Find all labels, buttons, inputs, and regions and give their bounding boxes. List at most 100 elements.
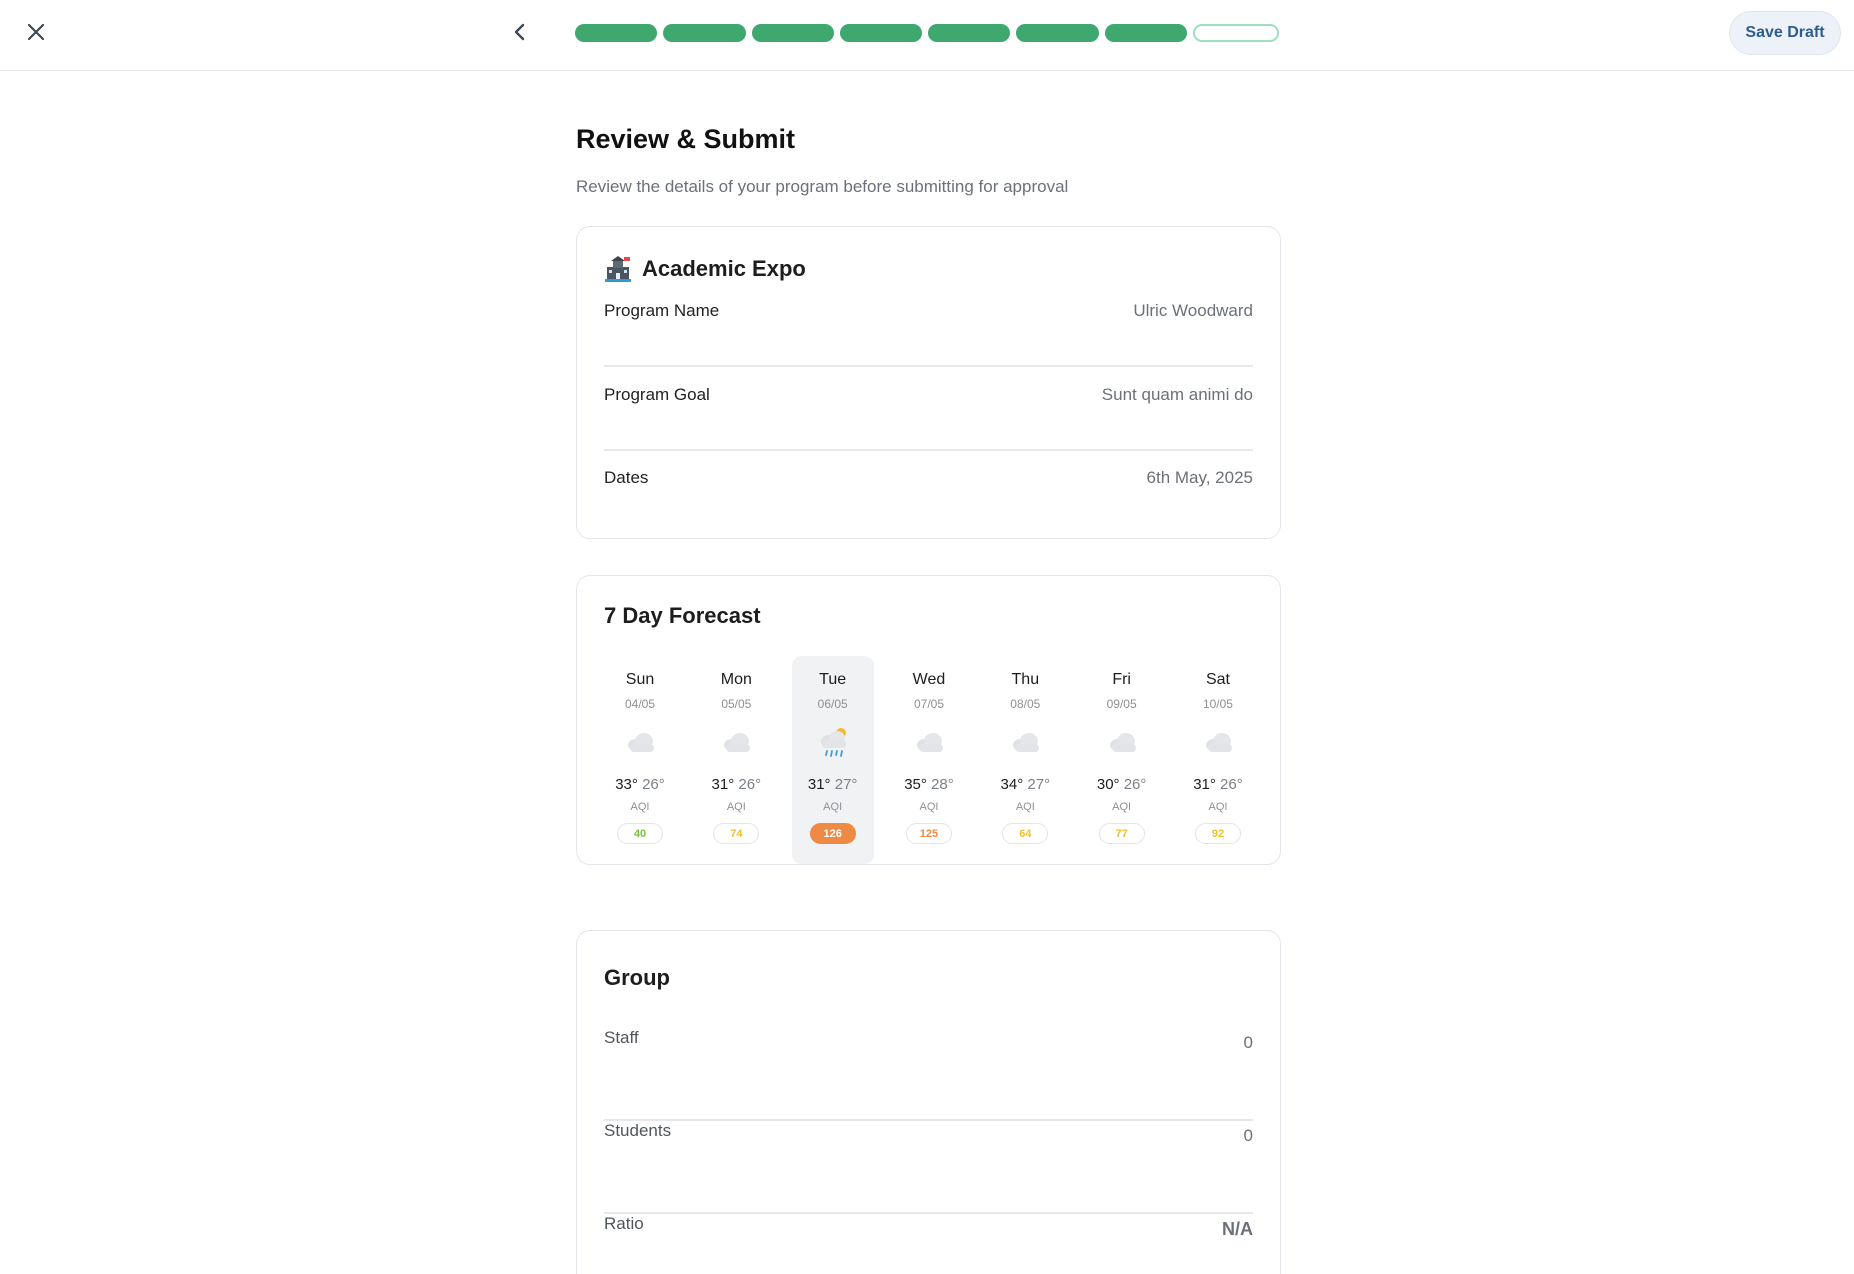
day-date: 07/05 <box>913 697 944 711</box>
temp-low: 26° <box>738 776 762 793</box>
forecast-day-mon[interactable]: Mon 05/05 31° 26° AQI 74 <box>695 656 777 864</box>
aqi-badge: 126 <box>809 823 856 844</box>
school-building-icon <box>605 256 631 282</box>
dates-value: 6th May, 2025 <box>1146 468 1253 487</box>
temp-high: 31° <box>711 776 735 793</box>
day-temperatures: 31° 26° <box>695 776 777 793</box>
day-name: Mon <box>720 671 752 688</box>
chevron-left-icon <box>514 23 525 41</box>
save-draft-button[interactable]: Save Draft <box>1729 11 1841 55</box>
day-temperatures: 31° 27° <box>792 776 874 793</box>
forecast-day-fri[interactable]: Fri 09/05 30° 26° AQI 77 <box>1081 656 1163 864</box>
program-name-row: Program Name Ulric Woodward <box>604 283 1253 367</box>
temp-high: 30° <box>1096 776 1120 793</box>
staff-label: Staff <box>604 1028 639 1047</box>
day-name: Sat <box>1205 671 1230 688</box>
rain-cloud-sun-icon <box>817 724 851 758</box>
program-title: Academic Expo <box>642 256 806 281</box>
close-icon <box>27 23 45 41</box>
aqi-badge: 125 <box>905 823 952 844</box>
forecast-day-wed[interactable]: Wed 07/05 35° 28° AQI 125 <box>888 656 970 864</box>
temp-high: 31° <box>1193 776 1216 793</box>
back-button[interactable] <box>504 16 536 48</box>
close-button[interactable] <box>20 16 52 48</box>
temp-high: 35° <box>904 776 927 793</box>
cloud-icon <box>1106 724 1140 758</box>
day-name: Sun <box>625 671 655 688</box>
progress-step-complete <box>575 24 658 42</box>
program-summary-card: Academic Expo Program Name Ulric Woodwar… <box>576 226 1281 539</box>
day-name: Wed <box>912 671 946 688</box>
cloud-icon <box>1202 724 1236 758</box>
students-row: Students 0 <box>604 1121 1253 1214</box>
staff-row: Staff 0 <box>604 1028 1253 1121</box>
page-subtitle: Review the details of your program befor… <box>576 177 1069 196</box>
ratio-value: N/A <box>1222 1219 1253 1239</box>
forecast-day-sun[interactable]: Sun 04/05 33° 26° AQI 40 <box>599 656 681 864</box>
ratio-label: Ratio <box>604 1214 644 1233</box>
ratio-row: Ratio N/A <box>604 1214 1253 1274</box>
progress-step-current <box>1192 24 1279 42</box>
staff-value: 0 <box>1243 1033 1253 1052</box>
day-name: Thu <box>1011 671 1040 688</box>
aqi-badge: 74 <box>713 823 760 844</box>
day-name: Fri <box>1112 671 1131 688</box>
progress-step-complete <box>1104 24 1187 42</box>
cloud-icon <box>913 724 947 758</box>
aqi-label: AQI <box>630 801 650 813</box>
day-date: 10/05 <box>1202 697 1233 711</box>
forecast-days: Sun 04/05 33° 26° AQI 40 Mon 05/05 31° 26° AQI 74… <box>599 656 1259 864</box>
progress-step-complete <box>1016 24 1099 42</box>
temp-high: 33° <box>615 776 638 793</box>
group-title: Group <box>604 965 670 990</box>
dates-label: Dates <box>604 468 649 487</box>
temp-low: 27° <box>1027 776 1051 793</box>
top-bar: Save Draft <box>0 0 1854 71</box>
program-goal-label: Program Goal <box>604 385 710 404</box>
aqi-badge: 40 <box>617 823 663 844</box>
day-date: 08/05 <box>1010 697 1041 711</box>
day-temperatures: 31° 26° <box>1177 776 1259 793</box>
temp-high: 31° <box>807 776 831 793</box>
forecast-day-tue[interactable]: Tue 06/05 31° 27° AQI 126 <box>791 656 874 864</box>
day-name: Tue <box>819 671 847 688</box>
forecast-day-thu[interactable]: Thu 08/05 34° 27° AQI 64 <box>984 656 1066 864</box>
aqi-label: AQI <box>823 801 843 813</box>
day-temperatures: 30° 26° <box>1081 776 1163 793</box>
day-temperatures: 33° 26° <box>599 776 681 793</box>
aqi-label: AQI <box>726 801 746 813</box>
program-goal-value: Sunt quam animi do <box>1101 385 1253 404</box>
students-value: 0 <box>1243 1126 1253 1145</box>
progress-step-complete <box>663 24 746 42</box>
cloud-icon <box>624 724 658 758</box>
forecast-day-sat[interactable]: Sat 10/05 31° 26° AQI 92 <box>1177 656 1259 864</box>
aqi-label: AQI <box>919 801 939 813</box>
group-card: Group Staff 0 Students 0 Ratio N/A <box>576 930 1281 1274</box>
aqi-label: AQI <box>1208 801 1228 813</box>
aqi-badge: 77 <box>1098 823 1145 844</box>
cloud-icon <box>1009 724 1043 758</box>
temp-high: 34° <box>1000 776 1024 793</box>
aqi-label: AQI <box>1112 801 1132 813</box>
day-temperatures: 35° 28° <box>888 776 970 793</box>
forecast-title: 7 Day Forecast <box>604 603 761 628</box>
forecast-card: 7 Day Forecast Sun 04/05 33° 26° AQI 40 Mon 05… <box>576 575 1281 865</box>
temp-low: 28° <box>931 776 954 793</box>
aqi-label: AQI <box>1015 801 1035 813</box>
day-temperatures: 34° 27° <box>984 776 1066 793</box>
dates-row: Dates 6th May, 2025 <box>604 451 1253 535</box>
temp-low: 26° <box>1220 776 1243 793</box>
temp-low: 26° <box>1123 776 1147 793</box>
aqi-badge: 92 <box>1194 823 1241 844</box>
aqi-badge: 64 <box>1002 823 1049 844</box>
step-progress-bar <box>575 24 1279 42</box>
temp-low: 27° <box>834 776 858 793</box>
program-goal-row: Program Goal Sunt quam animi do <box>604 367 1253 451</box>
progress-step-complete <box>751 24 834 42</box>
progress-step-complete <box>839 24 922 42</box>
progress-step-complete <box>928 24 1011 42</box>
program-name-value: Ulric Woodward <box>1133 301 1253 320</box>
program-title-row: Academic Expo <box>604 255 806 283</box>
temp-low: 26° <box>642 776 665 793</box>
day-date: 04/05 <box>624 697 656 711</box>
